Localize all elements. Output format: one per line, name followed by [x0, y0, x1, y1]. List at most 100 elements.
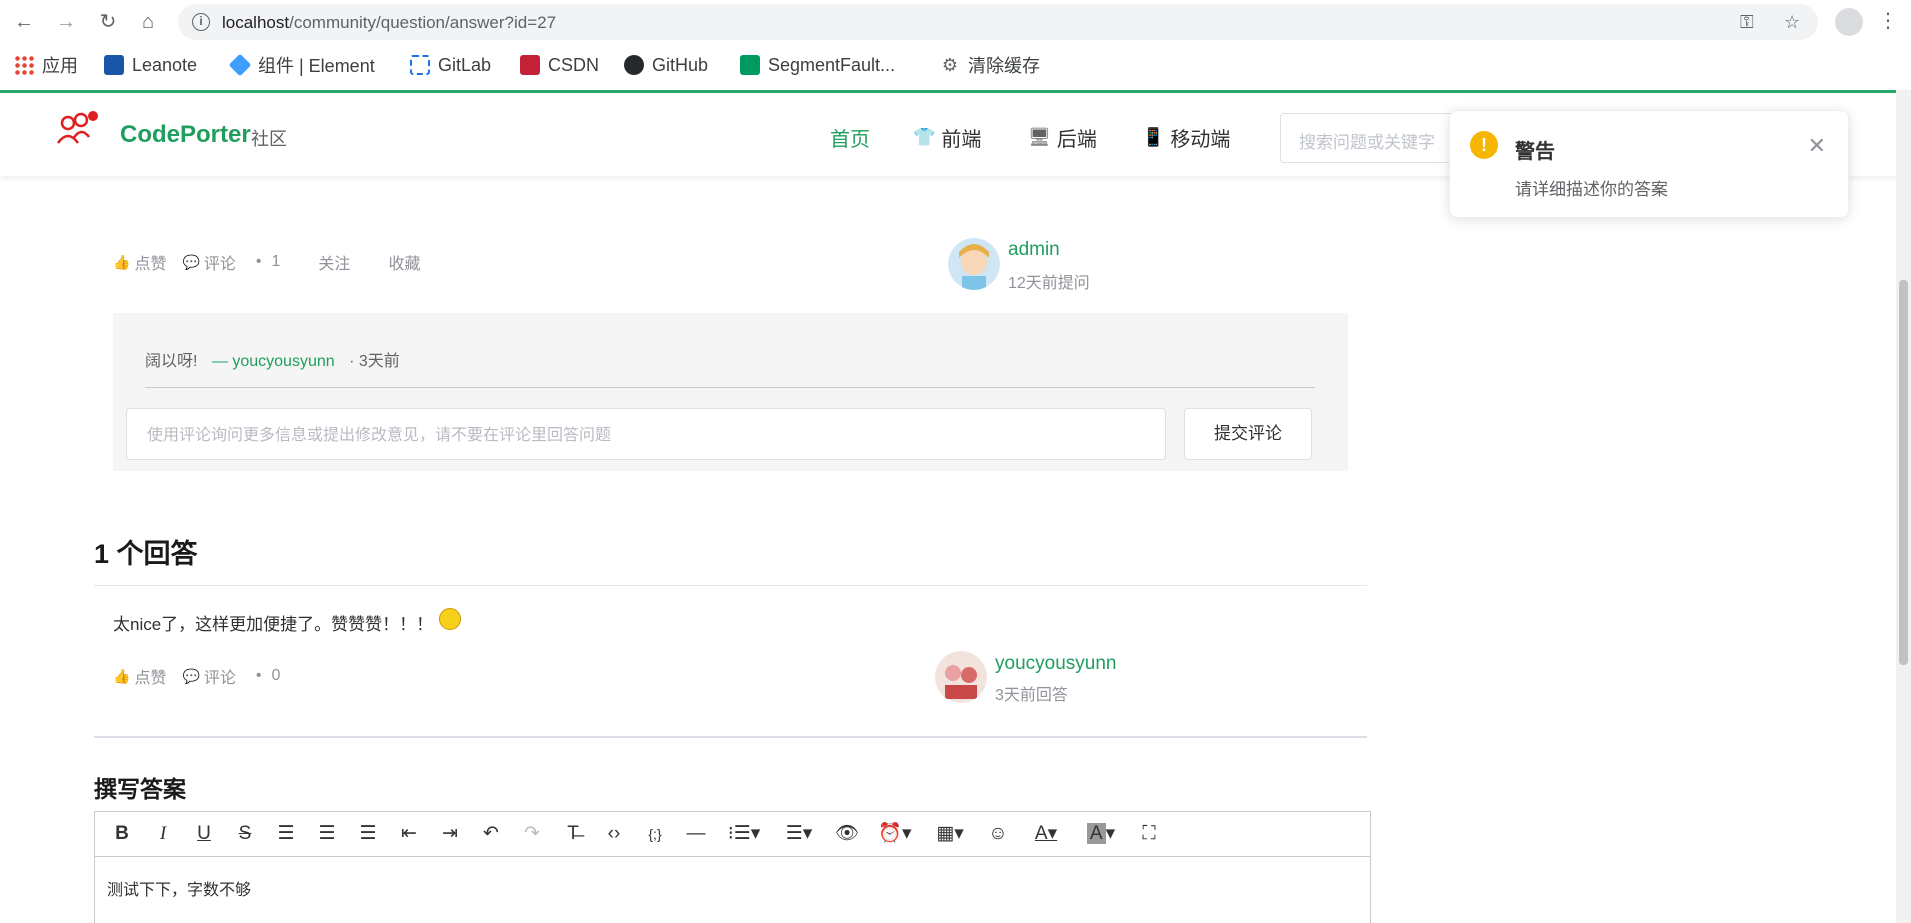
like-button[interactable]: 👍 点赞: [113, 250, 166, 274]
comment-item: 阔以呀! — youcyousyunn · 3天前: [145, 353, 400, 370]
comment-button[interactable]: 💬 评论: [182, 250, 235, 274]
notification-message: 请详细描述你的答案: [1515, 180, 1668, 199]
monitor-icon: 🖥: [1028, 127, 1051, 147]
bookmark-segmentfault[interactable]: SegmentFault...: [740, 52, 895, 78]
profile-avatar[interactable]: [1835, 8, 1863, 36]
answer-like-button[interactable]: 👍 点赞: [113, 664, 166, 688]
comment-divider: [145, 387, 1315, 388]
back-icon[interactable]: ←: [12, 10, 36, 34]
close-icon[interactable]: ✕: [1808, 133, 1826, 159]
nav-mobile[interactable]: 📱 移动端: [1142, 123, 1230, 152]
bookmark-github[interactable]: GitHub: [624, 52, 708, 78]
comment-input[interactable]: 使用评论询问更多信息或提出修改意见，请不要在评论里回答问题: [126, 408, 1166, 460]
bullet-list-icon[interactable]: ⁝☰▾: [720, 819, 768, 849]
logo-text[interactable]: CodePorter: [120, 121, 251, 149]
numbered-list-icon[interactable]: ☰▾: [775, 819, 823, 849]
strikethrough-icon[interactable]: S: [228, 819, 262, 849]
gear-icon: ⚙: [941, 55, 959, 75]
bookmark-clear-cache[interactable]: ⚙ 清除缓存: [940, 52, 1040, 78]
element-icon: [228, 53, 252, 77]
comment-icon: 💬: [182, 253, 200, 270]
comments-panel: 阔以呀! — youcyousyunn · 3天前 使用评论询问更多信息或提出修…: [113, 313, 1348, 471]
editor-content[interactable]: 测试下下，字数不够: [107, 876, 251, 900]
answer-actions: 👍 点赞 💬 评论 • 0: [113, 664, 280, 688]
warning-notification: ! 警告 请详细描述你的答案 ✕: [1449, 110, 1849, 218]
outdent-icon[interactable]: ⇤: [392, 819, 426, 849]
avatar[interactable]: [935, 651, 987, 703]
undo-icon[interactable]: ↶: [474, 819, 508, 849]
comment-author[interactable]: — youcyousyunn: [212, 353, 335, 370]
redo-icon[interactable]: ↷: [515, 819, 549, 849]
nav-frontend[interactable]: 👕 前端: [913, 123, 981, 152]
comment-icon: 💬: [182, 667, 200, 684]
underline-icon[interactable]: U: [187, 819, 221, 849]
bookmark-element[interactable]: 组件 | Element: [228, 52, 375, 78]
page-scrollbar[interactable]: [1896, 90, 1911, 923]
divider: [94, 736, 1367, 738]
bold-icon[interactable]: B: [105, 819, 139, 849]
bookmark-csdn[interactable]: CSDN: [520, 52, 599, 78]
site-info-icon[interactable]: i: [192, 13, 210, 31]
tshirt-icon: 👕: [913, 127, 936, 147]
write-answer-title: 撰写答案: [94, 776, 186, 802]
answer-comment-count: 0: [271, 667, 281, 684]
question-actions: 👍 点赞 💬 评论 • 1 关注 收藏: [113, 250, 420, 274]
fullscreen-icon[interactable]: ⛶: [1132, 819, 1166, 849]
avatar[interactable]: [948, 238, 1000, 290]
background-color-icon[interactable]: A ▾: [1077, 819, 1125, 849]
align-right-icon[interactable]: ☰: [351, 819, 385, 849]
submit-comment-button[interactable]: 提交评论: [1184, 408, 1312, 460]
github-icon: [624, 55, 644, 75]
answer-content: 太nice了，这样更加便捷了。赞赞赞！！！: [113, 607, 462, 635]
forward-icon[interactable]: →: [54, 10, 78, 34]
divider: [94, 585, 1367, 586]
code-icon[interactable]: ‹›: [597, 819, 631, 849]
alarm-clock-icon[interactable]: ⏰▾: [871, 819, 919, 849]
align-center-icon[interactable]: ☰: [310, 819, 344, 849]
thumbs-up-icon: 👍: [113, 667, 131, 684]
segmentfault-icon: [740, 55, 760, 75]
community-logo-icon[interactable]: [56, 111, 100, 147]
italic-icon[interactable]: I: [146, 819, 180, 849]
key-icon[interactable]: ⚿: [1740, 12, 1754, 33]
answer-author[interactable]: youcyousyunn: [995, 653, 1116, 675]
emoji-icon[interactable]: ☺: [981, 819, 1015, 849]
bookmarks-bar: 应用 Leanote 组件 | Element GitLab CSDN GitH…: [0, 48, 1911, 80]
smiley-emoji-icon: [439, 607, 462, 630]
nav-backend[interactable]: 🖥 后端: [1028, 123, 1097, 152]
home-icon[interactable]: ⌂: [136, 10, 160, 34]
code-block-icon[interactable]: {;}: [638, 819, 672, 849]
answer-comment-button[interactable]: 💬 评论: [182, 664, 235, 688]
star-icon[interactable]: ☆: [1784, 12, 1800, 33]
indent-icon[interactable]: ⇥: [433, 819, 467, 849]
leanote-icon: [104, 55, 124, 75]
comment-time: · 3天前: [349, 353, 400, 370]
collect-button[interactable]: 收藏: [388, 250, 420, 274]
nav-home[interactable]: 首页: [830, 123, 870, 152]
table-icon[interactable]: ▦▾: [926, 819, 974, 849]
question-time: 12天前提问: [1008, 275, 1090, 292]
csdn-icon: [520, 55, 540, 75]
horizontal-rule-icon[interactable]: —: [679, 819, 713, 849]
notification-title: 警告: [1515, 141, 1555, 163]
scrollbar-thumb[interactable]: [1899, 280, 1908, 665]
menu-dots-icon[interactable]: ⋮: [1878, 8, 1898, 33]
logo-subtitle: 社区: [251, 129, 287, 149]
reload-icon[interactable]: ↻: [96, 10, 120, 34]
url-text[interactable]: localhost/community/question/answer?id=2…: [222, 13, 556, 33]
question-author[interactable]: admin: [1008, 239, 1060, 261]
answers-count-title: 1 个回答: [94, 539, 198, 569]
font-color-icon[interactable]: A▾: [1022, 819, 1070, 849]
answer-editor: B I U S ☰ ☰ ☰ ⇤ ⇥ ↶ ↷ T̶ ‹› {;} — ⁝☰▾ ☰▾…: [94, 811, 1371, 923]
browser-toolbar: ← → ↻ ⌂ i localhost/community/question/a…: [0, 0, 1911, 90]
align-left-icon[interactable]: ☰: [269, 819, 303, 849]
apps-grid-icon: [14, 55, 34, 75]
thumbs-up-icon: 👍: [113, 253, 131, 270]
preview-eye-icon[interactable]: 👁: [830, 819, 864, 849]
bookmark-gitlab[interactable]: GitLab: [410, 52, 491, 78]
bookmark-leanote[interactable]: Leanote: [104, 52, 197, 78]
address-bar[interactable]: i localhost/community/question/answer?id…: [178, 4, 1818, 40]
clear-format-icon[interactable]: T̶: [556, 819, 590, 849]
follow-button[interactable]: 关注: [318, 250, 350, 274]
bookmark-apps[interactable]: 应用: [14, 52, 78, 78]
